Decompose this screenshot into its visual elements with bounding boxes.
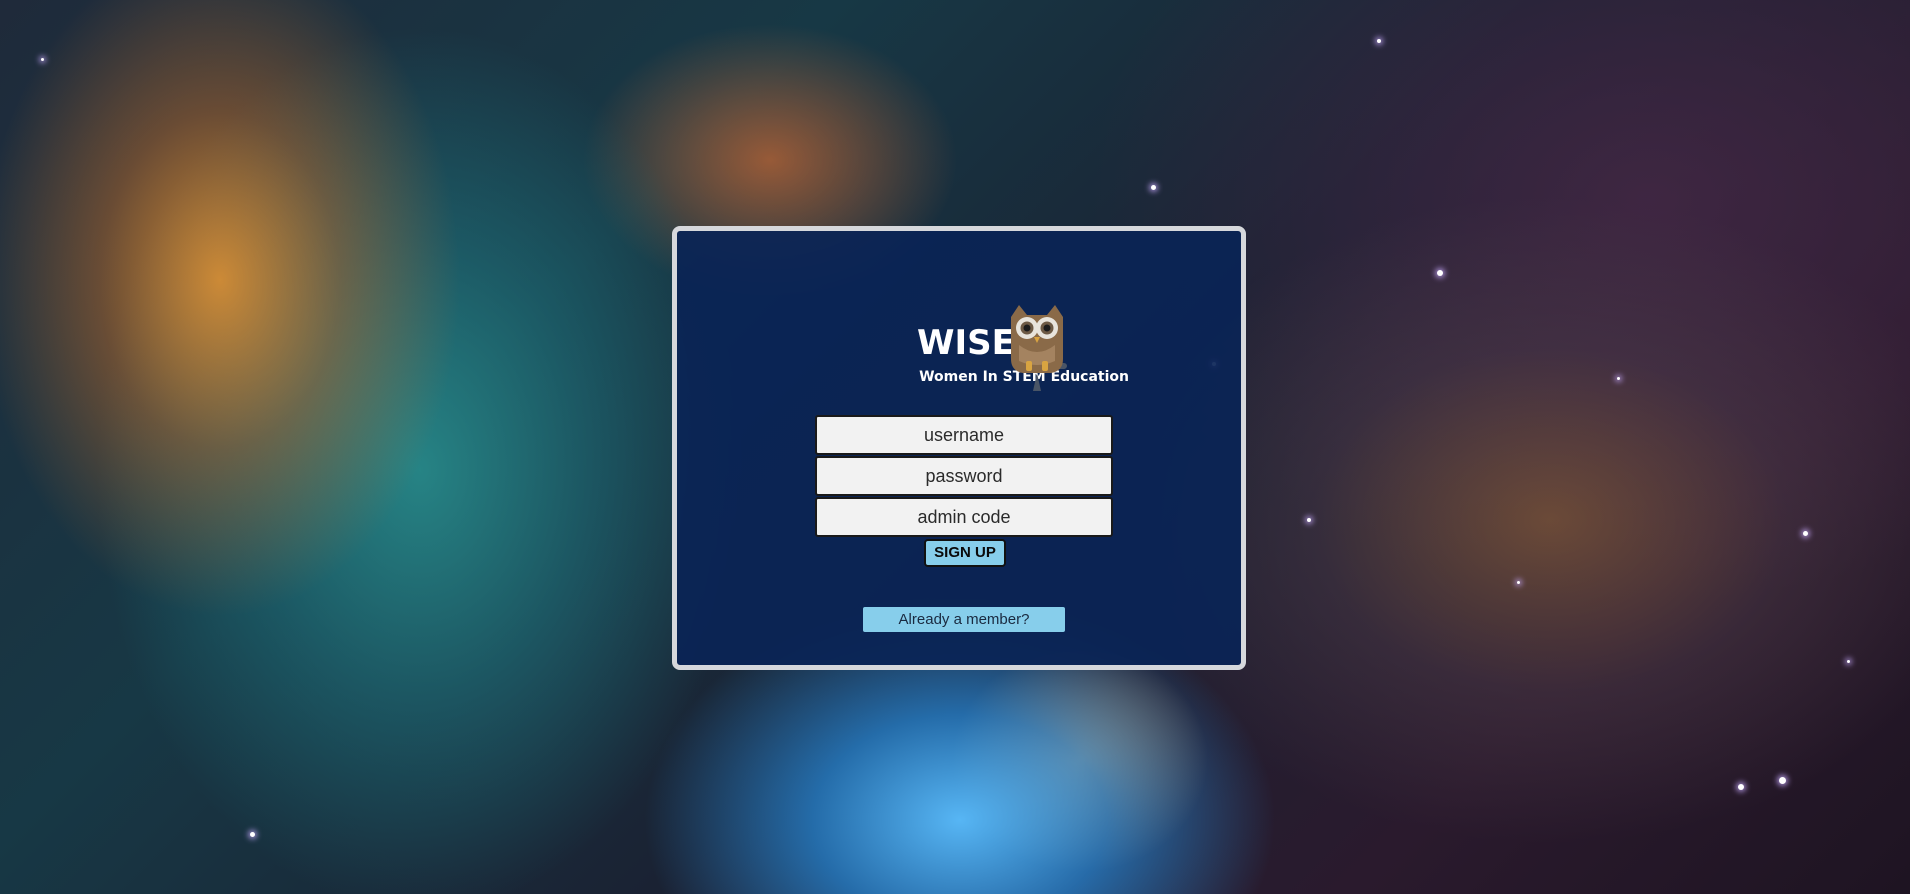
star xyxy=(1517,581,1520,584)
admin-code-input[interactable]: admin code xyxy=(815,497,1113,537)
already-member-button[interactable]: Already a member? xyxy=(863,607,1065,632)
star xyxy=(1307,518,1311,522)
star xyxy=(1803,531,1808,536)
star xyxy=(1377,39,1381,43)
star xyxy=(1437,270,1443,276)
star xyxy=(1847,660,1850,663)
star xyxy=(250,832,255,837)
owl-icon xyxy=(1011,305,1067,391)
star xyxy=(1738,784,1744,790)
star xyxy=(1151,185,1156,190)
signup-card: WISE Women In STEM Education username pa… xyxy=(672,226,1246,670)
star xyxy=(1779,777,1786,784)
star xyxy=(1617,377,1620,380)
signup-button[interactable]: SIGN UP xyxy=(924,539,1006,567)
star xyxy=(41,58,44,61)
password-input[interactable]: password xyxy=(815,456,1113,496)
username-input[interactable]: username xyxy=(815,415,1113,455)
